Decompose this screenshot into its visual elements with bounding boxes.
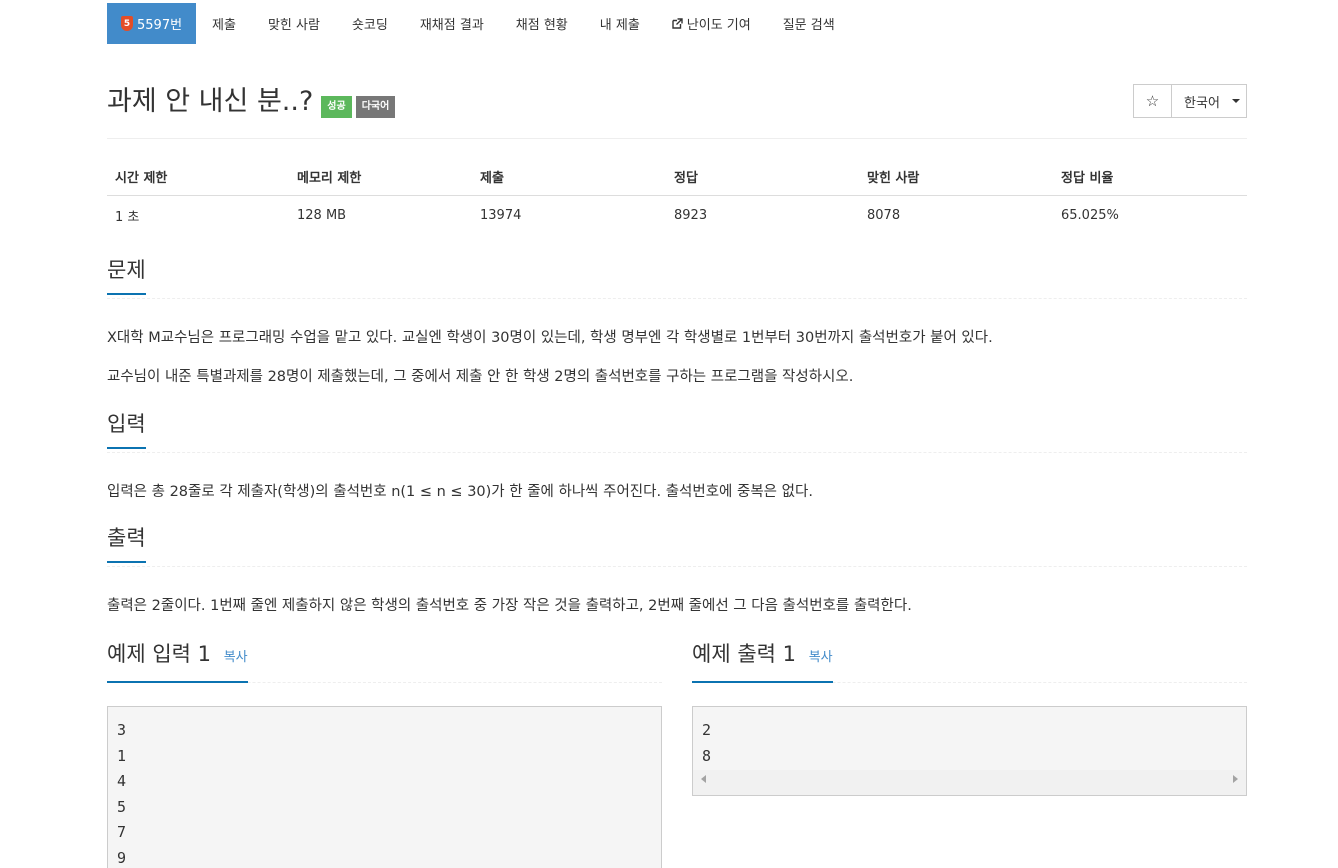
- title-actions: ☆ 한국어: [1133, 84, 1247, 118]
- value-solved-users: 8078: [867, 208, 901, 223]
- value-accepted: 8923: [674, 208, 708, 223]
- input-description: 입력은 총 28줄로 각 제출자(학생)의 출석번호 n(1 ≤ n ≤ 30)…: [107, 484, 813, 500]
- sample-output-header: 예제 출력 1 복사: [692, 639, 1247, 683]
- status-badge-success: 성공: [321, 96, 352, 118]
- nav-difficulty-contribution[interactable]: 난이도 기여: [656, 3, 767, 44]
- html5-shield-icon: 5: [121, 16, 133, 31]
- language-dropdown[interactable]: 한국어: [1171, 84, 1247, 118]
- title-divider: [107, 138, 1247, 139]
- problem-nav: 5 5597번 제출 맞힌 사람 숏코딩 재채점 결과 채점 현황 내 제출 난…: [107, 3, 851, 44]
- title-row: 과제 안 내신 분..? 성공 다국어 ☆ 한국어: [107, 84, 1247, 124]
- nav-problem-id-label: 5597번: [137, 18, 183, 33]
- sample-output-box[interactable]: 2 8: [692, 706, 1247, 796]
- nav-difficulty-label: 난이도 기여: [686, 18, 751, 33]
- nav-problem-id[interactable]: 5 5597번: [107, 3, 197, 44]
- header-time-limit: 시간 제한: [107, 158, 289, 196]
- output-section-header: 출력: [107, 523, 1247, 567]
- sample-output-line: 8: [702, 746, 712, 765]
- favorite-star-button[interactable]: ☆: [1133, 84, 1172, 118]
- sample-input-line: 4: [117, 772, 127, 790]
- header-memory-limit: 메모리 제한: [289, 158, 472, 196]
- problem-section-title: 문제: [107, 255, 146, 295]
- sample-output-title: 예제 출력 1 복사: [692, 639, 833, 683]
- problem-title: 과제 안 내신 분..?: [107, 86, 314, 117]
- horizontal-scrollbar[interactable]: [693, 769, 1246, 795]
- value-time-limit: 1 초: [115, 210, 140, 225]
- sample-input-line: 3: [117, 721, 127, 739]
- sample-output-title-text: 예제 출력 1: [692, 642, 796, 666]
- nav-rejudge-results[interactable]: 재채점 결과: [404, 3, 500, 44]
- external-link-icon: [672, 18, 683, 29]
- value-accept-ratio: 65.025%: [1061, 208, 1119, 223]
- sample-input-title: 예제 입력 1 복사: [107, 639, 248, 683]
- problem-section-header: 문제: [107, 255, 1247, 299]
- output-section-title: 출력: [107, 523, 146, 563]
- scroll-left-arrow-icon[interactable]: [701, 774, 706, 783]
- problem-info-table: 시간 제한 메모리 제한 제출 정답 맞힌 사람 정답 비율 1 초 128 M…: [107, 158, 1247, 235]
- header-solved-users: 맞힌 사람: [859, 158, 1053, 196]
- nav-submit[interactable]: 제출: [196, 3, 252, 44]
- nav-solved-users[interactable]: 맞힌 사람: [252, 3, 336, 44]
- scroll-right-arrow-icon[interactable]: [1233, 774, 1238, 783]
- sample-input-line: 7: [117, 823, 127, 841]
- header-accept-ratio: 정답 비율: [1053, 158, 1247, 196]
- caret-down-icon: [1231, 99, 1240, 103]
- star-icon: ☆: [1145, 92, 1160, 110]
- nav-question-search[interactable]: 질문 검색: [767, 3, 851, 44]
- sample-input-line: 9: [117, 848, 127, 867]
- page-title: 과제 안 내신 분..? 성공 다국어: [107, 84, 396, 120]
- copy-sample-output-button[interactable]: 복사: [809, 650, 833, 665]
- problem-description-line-1: X대학 M교수님은 프로그래밍 수업을 맡고 있다. 교실엔 학생이 30명이 …: [107, 330, 993, 346]
- input-section-title: 입력: [107, 409, 146, 449]
- nav-short-coding[interactable]: 숏코딩: [336, 3, 404, 44]
- sample-input-line: 5: [117, 797, 127, 816]
- sample-input-line: 1: [117, 746, 127, 765]
- value-memory-limit: 128 MB: [297, 208, 347, 223]
- info-value-row: 1 초 128 MB 13974 8923 8078 65.025%: [107, 196, 1247, 236]
- header-submissions: 제출: [472, 158, 666, 196]
- language-label: 한국어: [1184, 95, 1220, 111]
- copy-sample-input-button[interactable]: 복사: [224, 650, 248, 665]
- sample-input-header: 예제 입력 1 복사: [107, 639, 662, 683]
- status-badge-multilang: 다국어: [355, 96, 396, 118]
- output-description: 출력은 2줄이다. 1번째 줄엔 제출하지 않은 학생의 출석번호 중 가장 작…: [107, 598, 912, 614]
- value-submissions: 13974: [480, 208, 522, 223]
- info-header-row: 시간 제한 메모리 제한 제출 정답 맞힌 사람 정답 비율: [107, 158, 1247, 196]
- sample-output-line: 2: [702, 721, 712, 739]
- nav-judge-status[interactable]: 채점 현황: [500, 3, 584, 44]
- sample-input-box[interactable]: 3 1 4 5 7 9: [107, 706, 662, 868]
- header-accepted: 정답: [666, 158, 859, 196]
- nav-my-submissions[interactable]: 내 제출: [584, 3, 656, 44]
- input-section-header: 입력: [107, 409, 1247, 453]
- problem-description-line-2: 교수님이 내준 특별과제를 28명이 제출했는데, 그 중에서 제출 안 한 학…: [107, 369, 854, 385]
- sample-input-title-text: 예제 입력 1: [107, 642, 211, 666]
